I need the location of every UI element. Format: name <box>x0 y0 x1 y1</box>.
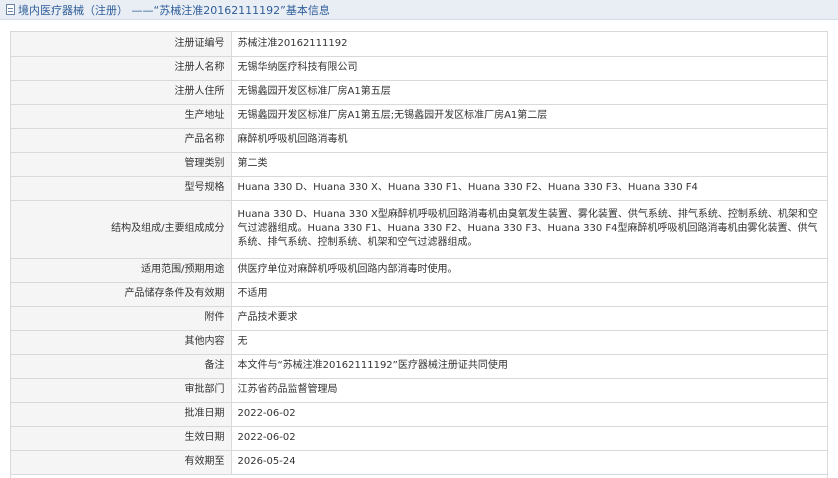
row-label: 附件 <box>11 305 232 331</box>
page-title: 境内医疗器械（注册） ——“苏械注准20162111192”基本信息 <box>18 3 330 17</box>
table-row: 注册人名称 无锡华纳医疗科技有限公司 <box>11 55 827 81</box>
row-label: 产品名称 <box>11 127 232 153</box>
row-label: 型号规格 <box>11 175 232 201</box>
row-value: Huana 330 D、Huana 330 X、Huana 330 F1、Hua… <box>230 175 827 201</box>
row-value: 无锡蠡园开发区标准厂房A1第五层 <box>230 79 827 105</box>
table-row: 注册人住所 无锡蠡园开发区标准厂房A1第五层 <box>11 79 827 105</box>
row-value: 不适用 <box>230 281 827 307</box>
table-row: 结构及组成/主要组成成分 Huana 330 D、Huana 330 X型麻醉机… <box>11 199 827 259</box>
row-value: 2026-05-24 <box>230 449 827 475</box>
row-value: 麻醉机呼吸机回路消毒机 <box>230 127 827 153</box>
table-row: 适用范围/预期用途 供医疗单位对麻醉机呼吸机回路内部消毒时使用。 <box>11 257 827 283</box>
table-row: 产品储存条件及有效期 不适用 <box>11 281 827 307</box>
row-label: 备注 <box>11 353 232 379</box>
page-header: 境内医疗器械（注册） ——“苏械注准20162111192”基本信息 <box>0 0 838 20</box>
row-value: 供医疗单位对麻醉机呼吸机回路内部消毒时使用。 <box>230 257 827 283</box>
row-label: 注册人住所 <box>11 79 232 105</box>
row-label: 管理类别 <box>11 151 232 177</box>
table-row: 批准日期 2022-06-02 <box>11 401 827 427</box>
table-row: 注册证编号 苏械注准20162111192 <box>11 32 827 57</box>
row-label: 注册证编号 <box>11 32 232 57</box>
table-row: 有效期至 2026-05-24 <box>11 449 827 475</box>
table-row: 生效日期 2022-06-02 <box>11 425 827 451</box>
row-value: 2022-06-02 <box>230 425 827 451</box>
row-value: 2022-06-02 <box>230 401 827 427</box>
row-label: 审批部门 <box>11 377 232 403</box>
table-row: 其他内容 无 <box>11 329 827 355</box>
row-label: 结构及组成/主要组成成分 <box>11 199 232 259</box>
row-label: 注册人名称 <box>11 55 232 81</box>
row-label: 产品储存条件及有效期 <box>11 281 232 307</box>
table-row: 生产地址 无锡蠡园开发区标准厂房A1第五层;无锡蠡园开发区标准厂房A1第二层 <box>11 103 827 129</box>
row-label: 批准日期 <box>11 401 232 427</box>
row-label: 生产地址 <box>11 103 232 129</box>
table-row: 备注 本文件与“苏械注准20162111192”医疗器械注册证共同使用 <box>11 353 827 379</box>
info-panel: 注册证编号 苏械注准20162111192 注册人名称 无锡华纳医疗科技有限公司… <box>10 31 828 478</box>
row-label: 生效日期 <box>11 425 232 451</box>
row-value: 本文件与“苏械注准20162111192”医疗器械注册证共同使用 <box>230 353 827 379</box>
row-label: 适用范围/预期用途 <box>11 257 232 283</box>
row-value: 江苏省药品监督管理局 <box>230 377 827 403</box>
row-value: 苏械注准20162111192 <box>230 32 827 57</box>
row-value: 无锡华纳医疗科技有限公司 <box>230 55 827 81</box>
table-row: 附件 产品技术要求 <box>11 305 827 331</box>
document-icon <box>6 4 15 15</box>
table-row: 管理类别 第二类 <box>11 151 827 177</box>
row-value: 无 <box>230 329 827 355</box>
info-table: 注册证编号 苏械注准20162111192 注册人名称 无锡华纳医疗科技有限公司… <box>11 32 827 475</box>
table-row: 型号规格 Huana 330 D、Huana 330 X、Huana 330 F… <box>11 175 827 201</box>
row-label: 其他内容 <box>11 329 232 355</box>
row-value: Huana 330 D、Huana 330 X型麻醉机呼吸机回路消毒机由臭氧发生… <box>230 199 827 259</box>
table-row: 审批部门 江苏省药品监督管理局 <box>11 377 827 403</box>
row-value: 产品技术要求 <box>230 305 827 331</box>
row-value: 无锡蠡园开发区标准厂房A1第五层;无锡蠡园开发区标准厂房A1第二层 <box>230 103 827 129</box>
row-value: 第二类 <box>230 151 827 177</box>
table-row: 产品名称 麻醉机呼吸机回路消毒机 <box>11 127 827 153</box>
row-label: 有效期至 <box>11 449 232 475</box>
